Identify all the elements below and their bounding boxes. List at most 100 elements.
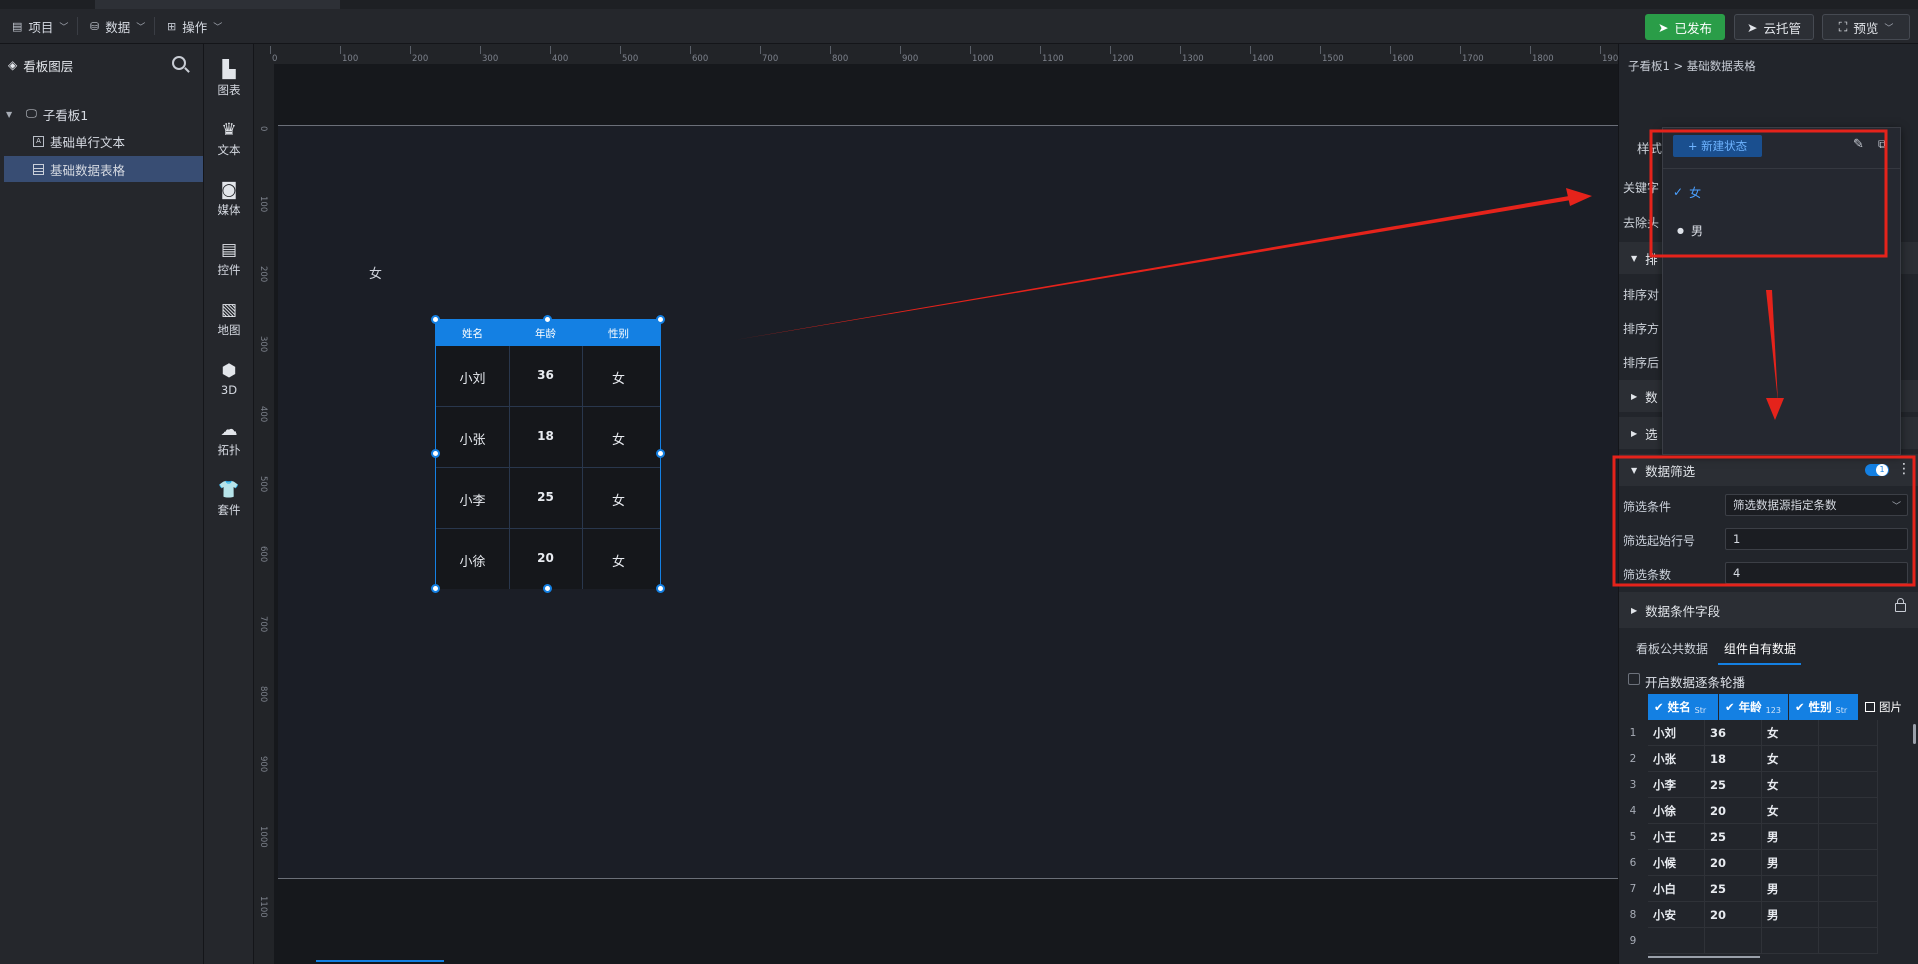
published-button[interactable]: ➤ 已发布 [1645, 14, 1725, 40]
data-cell[interactable]: 小刘 [1648, 720, 1705, 746]
data-cell[interactable]: 男 [1762, 876, 1819, 902]
cloud-hosting-button[interactable]: ➤ 云托管 [1734, 14, 1814, 40]
data-cell[interactable] [1762, 928, 1819, 954]
menu-project[interactable]: ▤ 项目 ﹀ [12, 17, 79, 35]
new-state-button[interactable]: + 新建状态 [1673, 135, 1762, 157]
data-cell[interactable]: 25 [1705, 772, 1762, 798]
data-cell[interactable]: 小候 [1648, 850, 1705, 876]
state-item-female[interactable]: ✓ 女 [1673, 182, 1701, 202]
data-cell[interactable]: 25 [1705, 876, 1762, 902]
canvas-text-widget[interactable]: 女 [369, 263, 382, 282]
breadcrumb: 子看板1 > 基础数据表格 [1628, 59, 1756, 73]
state-item-male[interactable]: ● 男 [1677, 220, 1703, 240]
data-column-header-image[interactable]: 图片 [1859, 694, 1918, 720]
tool-control[interactable]: ▤ 控件 [204, 234, 254, 284]
preview-button[interactable]: ⛶ 预览 ﹀ [1822, 14, 1910, 40]
row-number: 6 [1629, 857, 1637, 869]
menu-data[interactable]: ⛁ 数据 ﹀ [90, 17, 156, 35]
filter-condition-select[interactable]: 筛选数据源指定条数 ﹀ [1725, 494, 1908, 516]
data-cell[interactable]: 女 [1762, 772, 1819, 798]
data-cell[interactable] [1819, 902, 1878, 928]
data-cell[interactable]: 男 [1762, 824, 1819, 850]
ruler-tick-label: 800 [832, 54, 849, 64]
carousel-label: 开启数据逐条轮播 [1645, 675, 1746, 690]
row-divider [436, 406, 660, 407]
data-cell[interactable] [1819, 798, 1878, 824]
menu-operation[interactable]: ⊞ 操作 ﹀ [167, 17, 222, 35]
tab-board-public-data[interactable]: 看板公共数据 [1636, 640, 1708, 657]
data-cell[interactable] [1819, 850, 1878, 876]
tool-media[interactable]: ◙ 媒体 [204, 174, 254, 224]
filter-start-row-input[interactable]: 1 [1725, 528, 1908, 550]
layer-item-text[interactable]: A 基础单行文本 [0, 128, 204, 154]
active-window-tab[interactable] [95, 0, 340, 9]
more-vertical-icon[interactable]: ⋮ [1897, 461, 1911, 477]
data-column-header-age[interactable]: ✔ 年龄 123 [1719, 694, 1788, 720]
table-horizontal-scrollbar[interactable] [1648, 956, 1760, 958]
canvas-scrollbar[interactable] [316, 960, 444, 962]
tool-chart[interactable]: ▙ 图表 [204, 54, 254, 104]
resize-handle[interactable] [431, 584, 440, 593]
data-column-header-gender[interactable]: ✔ 性别 Str [1789, 694, 1858, 720]
data-cell[interactable]: 20 [1705, 902, 1762, 928]
tool-3d[interactable]: ⬢ 3D [204, 354, 254, 404]
ruler-tick-label: 900 [902, 54, 919, 64]
data-cell[interactable]: 男 [1762, 902, 1819, 928]
data-cell[interactable] [1819, 824, 1878, 850]
data-cell[interactable]: 18 [1705, 746, 1762, 772]
data-cell[interactable]: 女 [1762, 798, 1819, 824]
data-column-header-name[interactable]: ✔ 姓名 Str [1648, 694, 1718, 720]
remove-header-label: 去除头 [1623, 216, 1660, 230]
data-cell[interactable]: 36 [1705, 720, 1762, 746]
data-cell[interactable] [1819, 720, 1878, 746]
data-cell[interactable]: 20 [1705, 798, 1762, 824]
layer-item-table[interactable]: 基础数据表格 [4, 156, 203, 182]
row-number: 5 [1629, 831, 1637, 843]
sort-after-label: 排序后 [1623, 356, 1660, 370]
data-cell[interactable]: 小白 [1648, 876, 1705, 902]
caret-right-icon: ▶ [1631, 605, 1638, 615]
tool-suite[interactable]: 👕 套件 [204, 474, 254, 524]
resize-handle[interactable] [656, 449, 665, 458]
data-cell[interactable]: 小王 [1648, 824, 1705, 850]
tool-text[interactable]: ♛ 文本 [204, 114, 254, 164]
lock-icon[interactable] [1895, 603, 1906, 612]
data-cell[interactable]: 小张 [1648, 746, 1705, 772]
data-cell[interactable]: 女 [1762, 746, 1819, 772]
data-cell[interactable]: 小徐 [1648, 798, 1705, 824]
resize-handle[interactable] [431, 315, 440, 324]
edit-icon[interactable]: ✎ [1853, 137, 1864, 152]
resize-handle[interactable] [656, 315, 665, 324]
data-cell[interactable]: 20 [1705, 850, 1762, 876]
data-cell[interactable]: 女 [1762, 720, 1819, 746]
data-filter-section[interactable]: ▼ 数据筛选 1 ⋮ [1619, 454, 1918, 486]
resize-handle[interactable] [543, 584, 552, 593]
data-cell[interactable] [1705, 928, 1762, 954]
filter-count-input[interactable]: 4 [1725, 562, 1908, 584]
canvas-table-widget[interactable]: 姓名 年龄 性别 小刘 36 女 小张 18 女 小李 25 女 小徐 20 女 [435, 319, 661, 589]
source-data-table[interactable]: ✔ 姓名 Str ✔ 年龄 123 ✔ 性别 Str 图片 小刘 36 女小张 18 女小李 25 女小… [1648, 694, 1918, 958]
data-cell[interactable] [1819, 746, 1878, 772]
data-cell[interactable]: 小李 [1648, 772, 1705, 798]
table-scrollbar[interactable] [1913, 724, 1916, 744]
canvas-table-cell: 小徐 [459, 555, 486, 570]
copy-icon[interactable]: ⧉ [1878, 137, 1887, 152]
collapse-arrow-icon[interactable]: ▼ [6, 110, 12, 119]
data-cell[interactable]: 25 [1705, 824, 1762, 850]
data-cell[interactable] [1819, 876, 1878, 902]
data-cell[interactable] [1648, 928, 1705, 954]
data-cell[interactable]: 小安 [1648, 902, 1705, 928]
carousel-checkbox[interactable] [1628, 673, 1640, 685]
layer-item-board[interactable]: ▼ 🖵 子看板1 [0, 101, 204, 127]
data-cell[interactable] [1819, 772, 1878, 798]
tab-style[interactable]: 样式 [1637, 138, 1662, 157]
resize-handle[interactable] [431, 449, 440, 458]
tool-topology[interactable]: ☁ 拓扑 [204, 414, 254, 464]
tab-component-own-data[interactable]: 组件自有数据 [1724, 640, 1796, 657]
resize-handle[interactable] [656, 584, 665, 593]
tool-map[interactable]: ▧ 地图 [204, 294, 254, 344]
data-cell[interactable] [1819, 928, 1878, 954]
resize-handle[interactable] [543, 315, 552, 324]
data-cell[interactable]: 男 [1762, 850, 1819, 876]
condition-field-section[interactable]: ▶ 数据条件字段 [1619, 592, 1918, 628]
